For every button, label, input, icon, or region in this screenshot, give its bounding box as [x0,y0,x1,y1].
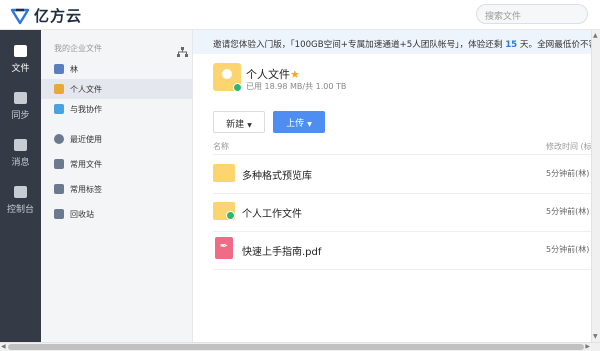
personal-folder-icon [54,84,64,94]
notice-suffix: 天。全网最低价不容错过。 [519,40,591,50]
sidebar-header: 我的企业文件 [54,44,102,53]
notice-prefix: 邀请您体验入门版，「100GB空间+专属加速通道+5人团队帐号」，体验还剩 [213,40,503,50]
table-row[interactable]: 多种格式预览库 5分钟前(林) [213,155,591,193]
chevron-down-icon: ▼ [307,121,312,128]
file-name: 多种格式预览库 [242,171,312,182]
storage-usage: 已用 18.98 MB/共 1.00 TB [246,82,347,91]
sidebar-item-recent[interactable]: 最近使用 [41,129,193,149]
sidebar-item-label: 回收站 [70,210,94,219]
folder-icon [213,164,235,182]
file-icon [14,45,27,57]
scroll-down-icon[interactable]: ▼ [593,333,598,340]
sidebar-item-lin[interactable]: 林 [41,59,193,79]
file-name: 快速上手指南.pdf [242,247,322,258]
nav-item-files[interactable]: 文件 [0,38,41,82]
message-icon [14,139,27,151]
table-row[interactable]: ✒ 快速上手指南.pdf 5分钟前(林) [213,231,591,269]
file-modified-time: 5分钟前(林) [546,169,590,178]
folder-title-text: 个人文件 [246,68,290,81]
sidebar-item-trash[interactable]: 回收站 [41,204,193,224]
nav-label: 控制台 [6,205,34,215]
nav-item-messages[interactable]: 消息 [0,132,41,176]
trash-icon [54,209,64,219]
divider [213,269,591,270]
synced-folder-icon [213,202,235,220]
team-folder-icon [54,64,64,74]
recent-icon [54,134,64,144]
logo-text: 亿方云 [34,7,83,25]
promo-notice[interactable]: 邀请您体验入门版，「100GB空间+专属加速通道+5人团队帐号」，体验还剩 15… [193,30,591,54]
file-name: 个人工作文件 [242,209,302,220]
nav-item-sync[interactable]: 同步 [0,85,41,129]
top-bar: 亿方云 搜索文件 [0,0,600,30]
sidebar-item-label: 常用文件 [70,160,102,169]
logo-icon [10,7,30,25]
sync-badge-icon [226,211,235,220]
upload-button-label: 上传 [286,119,305,129]
secondary-sidebar: 我的企业文件 林 个人文件 与我协作 最近使用 常用文件 常用标签 回收站 [41,30,193,342]
sync-icon [14,92,27,104]
vertical-scrollbar[interactable]: ▲ ▼ [591,30,600,342]
sync-badge-icon [233,83,242,92]
nav-item-console[interactable]: 控制台 [0,179,41,223]
console-icon [14,186,27,198]
scroll-up-icon[interactable]: ▲ [593,32,598,39]
sidebar-item-label: 个人文件 [70,85,102,94]
upload-button[interactable]: 上传 ▼ [273,111,325,133]
sidebar-item-label: 常用标签 [70,185,102,194]
nav-label: 消息 [11,158,30,168]
new-button-label: 新建 [226,120,245,130]
person-icon [222,69,232,79]
search-input[interactable]: 搜索文件 [476,4,588,24]
scrollbar-thumb[interactable] [8,344,584,350]
new-button[interactable]: 新建 ▼ [213,111,265,133]
sidebar-item-label: 林 [70,65,78,74]
column-header-time[interactable]: 修改时间 (标 [546,141,592,152]
chevron-down-icon: ▼ [247,122,252,129]
favorite-icon [54,159,64,169]
sidebar-item-tags[interactable]: 常用标签 [41,179,193,199]
primary-nav: 文件 同步 消息 控制台 [0,30,41,342]
file-modified-time: 5分钟前(林) [546,245,590,254]
scroll-right-icon[interactable]: ▶ [585,343,590,350]
nav-label: 文件 [11,64,30,74]
table-row[interactable]: 个人工作文件 5分钟前(林) [213,193,591,231]
sidebar-item-label: 最近使用 [70,135,102,144]
sidebar-item-collab[interactable]: 与我协作 [41,99,193,119]
star-icon[interactable]: ★ [290,68,300,81]
app-logo[interactable]: 亿方云 [10,5,82,26]
sidebar-item-personal[interactable]: 个人文件 [41,79,193,99]
scroll-left-icon[interactable]: ◀ [1,343,6,350]
sidebar-item-label: 与我协作 [70,105,102,114]
collab-icon [54,104,64,114]
sidebar-item-favorites[interactable]: 常用文件 [41,154,193,174]
file-modified-time: 5分钟前(林) [546,207,590,216]
tag-icon [54,184,64,194]
pdf-icon: ✒ [215,237,233,259]
column-header-name[interactable]: 名称 [213,141,229,152]
notice-days: 15 [505,40,518,50]
personal-folder-icon [213,63,242,92]
nav-label: 同步 [11,111,30,121]
horizontal-scrollbar[interactable]: ◀ ▶ [0,342,600,351]
org-tree-icon[interactable] [177,42,188,57]
folder-title: 个人文件★ [246,66,300,82]
